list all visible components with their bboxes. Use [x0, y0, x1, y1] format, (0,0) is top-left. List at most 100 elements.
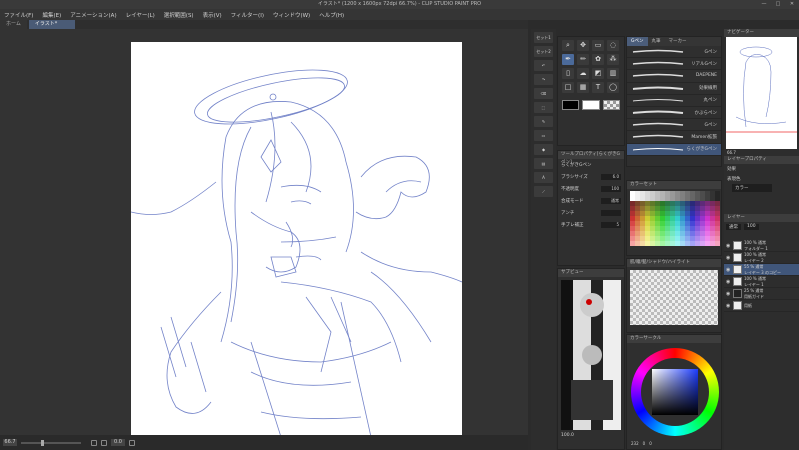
tab-home[interactable]: ホーム — [0, 20, 27, 29]
subtool-tab-marker[interactable]: マーカー — [665, 37, 691, 46]
undo-icon[interactable]: ↶ — [534, 60, 553, 71]
eraser-tool-icon[interactable]: ▯ — [562, 68, 574, 79]
zoom-tool-icon[interactable]: ⌕ — [562, 40, 574, 51]
fill-tool-icon[interactable]: ◩ — [592, 68, 604, 79]
flip-icon[interactable] — [129, 439, 135, 446]
layer-opacity[interactable]: 100 — [744, 224, 759, 230]
menu-file[interactable]: ファイル(F) — [4, 11, 33, 19]
main-color-swatch[interactable] — [562, 100, 580, 110]
tab-illustration[interactable]: イラスト* — [28, 20, 75, 29]
brush-size-value[interactable]: 6.0 — [601, 174, 621, 180]
brush-item-selected[interactable]: らくがきGペン — [627, 143, 721, 156]
transform-icon[interactable]: ⬚ — [534, 102, 553, 113]
text-tool-icon[interactable]: T — [592, 82, 604, 93]
lasso-tool-icon[interactable]: ◌ — [607, 40, 619, 51]
set1-button[interactable]: セット1 — [534, 32, 553, 43]
menu-filter[interactable]: フィルター(I) — [231, 11, 264, 19]
layer-item[interactable]: ◉ 25 % 通常 用紙ガイド — [724, 288, 799, 300]
brush-item[interactable]: かぶらペン — [627, 107, 721, 120]
color-swatch[interactable] — [715, 241, 720, 246]
brush-item[interactable]: 丸ペン — [627, 95, 721, 107]
blend-mode-row[interactable]: 合成モード 通常 — [558, 195, 624, 207]
minimize-button[interactable]: — — [757, 0, 771, 9]
subtool-tab-brush[interactable]: 丸筆 — [648, 37, 665, 46]
figure-tool-icon[interactable]: □ — [562, 82, 574, 93]
blend-tool-icon[interactable]: ☁ — [577, 68, 589, 79]
select-tool-icon[interactable]: ▭ — [592, 40, 604, 51]
brush-item[interactable]: 効果線用 — [627, 83, 721, 95]
sub-view-zoom[interactable]: 100.0 — [558, 433, 624, 438]
frame-tool-icon[interactable]: ▦ — [577, 82, 589, 93]
canvas-area[interactable] — [0, 29, 528, 437]
set2-button[interactable]: セット2 — [534, 46, 553, 57]
fit-icon[interactable] — [91, 439, 97, 446]
layer-item[interactable]: ◉ 100 % 通常 レイヤー 2 — [724, 252, 799, 264]
subtool-tab-gpen[interactable]: Gペン — [627, 37, 648, 46]
eye-icon[interactable]: ◉ — [726, 255, 731, 261]
menu-selection[interactable]: 選択範囲(S) — [164, 11, 194, 19]
gradient-icon[interactable]: ▤ — [534, 158, 553, 169]
ruler-icon[interactable]: ⟋ — [534, 186, 553, 197]
gradient-tool-icon[interactable]: ▥ — [607, 68, 619, 79]
balloon-tool-icon[interactable]: ◯ — [607, 82, 619, 93]
pen-icon[interactable]: ✎ — [534, 116, 553, 127]
layer-item[interactable]: ◉ 用紙 — [724, 300, 799, 312]
stabilization-row[interactable]: 手ブレ補正 5 — [558, 219, 624, 231]
antialias-row[interactable]: アンチ — [558, 207, 624, 219]
rotate-icon[interactable] — [101, 439, 107, 446]
sub-color-swatch[interactable] — [582, 100, 600, 110]
menu-help[interactable]: ヘルプ(H) — [319, 11, 344, 19]
move-tool-icon[interactable]: ✥ — [577, 40, 589, 51]
display-color-select[interactable]: カラー — [732, 184, 772, 192]
eye-icon[interactable]: ◉ — [726, 279, 731, 285]
close-button[interactable]: ✕ — [785, 0, 799, 9]
menu-window[interactable]: ウィンドウ(W) — [273, 11, 310, 19]
maximize-button[interactable]: □ — [771, 0, 785, 9]
layer-item[interactable]: ◉ 100 % 通常 レイヤー 1 — [724, 276, 799, 288]
stabilization-value[interactable]: 5 — [601, 222, 621, 228]
opacity-row[interactable]: 不透明度 100 — [558, 183, 624, 195]
pencil-tool-icon[interactable]: ✏ — [577, 54, 589, 65]
zoom-slider[interactable] — [21, 439, 81, 446]
hue-ring[interactable] — [631, 348, 719, 436]
nav-zoom-value[interactable]: 66.7 — [724, 149, 799, 156]
layer-item[interactable]: ◉ 100 % 通常 フォルダー 1 — [724, 240, 799, 252]
clear-icon[interactable]: ⌫ — [534, 88, 553, 99]
eye-icon[interactable]: ◉ — [726, 267, 731, 273]
transparent-swatch[interactable] — [602, 100, 620, 110]
menu-layer[interactable]: レイヤー(L) — [126, 11, 155, 19]
eraser-icon[interactable]: ▭ — [534, 130, 553, 141]
opacity-value[interactable]: 100 — [601, 186, 621, 192]
airbrush-tool-icon[interactable]: ⁂ — [607, 54, 619, 65]
saturation-value-square[interactable] — [652, 369, 698, 415]
brush-tool-icon[interactable]: ✿ — [592, 54, 604, 65]
blend-mode-value[interactable]: 通常 — [601, 198, 621, 204]
zoom-value[interactable]: 66.7 — [3, 439, 17, 446]
eye-icon[interactable]: ◉ — [726, 303, 731, 309]
brush-item[interactable]: Gペン — [627, 119, 721, 132]
color-set-grid[interactable] — [627, 189, 721, 248]
eye-icon[interactable]: ◉ — [726, 243, 731, 249]
pen-tool-icon[interactable]: ✒ — [562, 54, 574, 65]
fill-icon[interactable]: ◆ — [534, 144, 553, 155]
drawing-paper[interactable] — [131, 42, 462, 437]
brush-size-row[interactable]: ブラシサイズ 6.0 — [558, 171, 624, 183]
blend-mode-select[interactable]: 通常 — [726, 224, 741, 230]
eye-icon[interactable]: ◉ — [726, 291, 731, 297]
menu-view[interactable]: 表示(V) — [203, 11, 222, 19]
stroke-preview — [632, 86, 684, 90]
brush-item[interactable]: Gペン — [627, 46, 721, 59]
brush-item[interactable]: DAEPENE — [627, 70, 721, 83]
layer-thumbnail — [733, 265, 742, 274]
brush-item[interactable]: Mamen拡張 — [627, 131, 721, 144]
text-icon[interactable]: A — [534, 172, 553, 183]
layer-item-selected[interactable]: ◉ 55 % 通常 レイヤー 3 のコピー — [724, 264, 799, 276]
menu-bar: ファイル(F) 編集(E) アニメーション(A) レイヤー(L) 選択範囲(S)… — [0, 9, 799, 20]
brush-item[interactable]: リアルGペン — [627, 58, 721, 71]
antialias-value[interactable] — [601, 210, 621, 216]
menu-animation[interactable]: アニメーション(A) — [70, 11, 116, 19]
angle-value[interactable]: 0.0 — [111, 439, 125, 446]
navigator-preview[interactable] — [726, 37, 797, 149]
menu-edit[interactable]: 編集(E) — [42, 11, 61, 19]
redo-icon[interactable]: ↷ — [534, 74, 553, 85]
